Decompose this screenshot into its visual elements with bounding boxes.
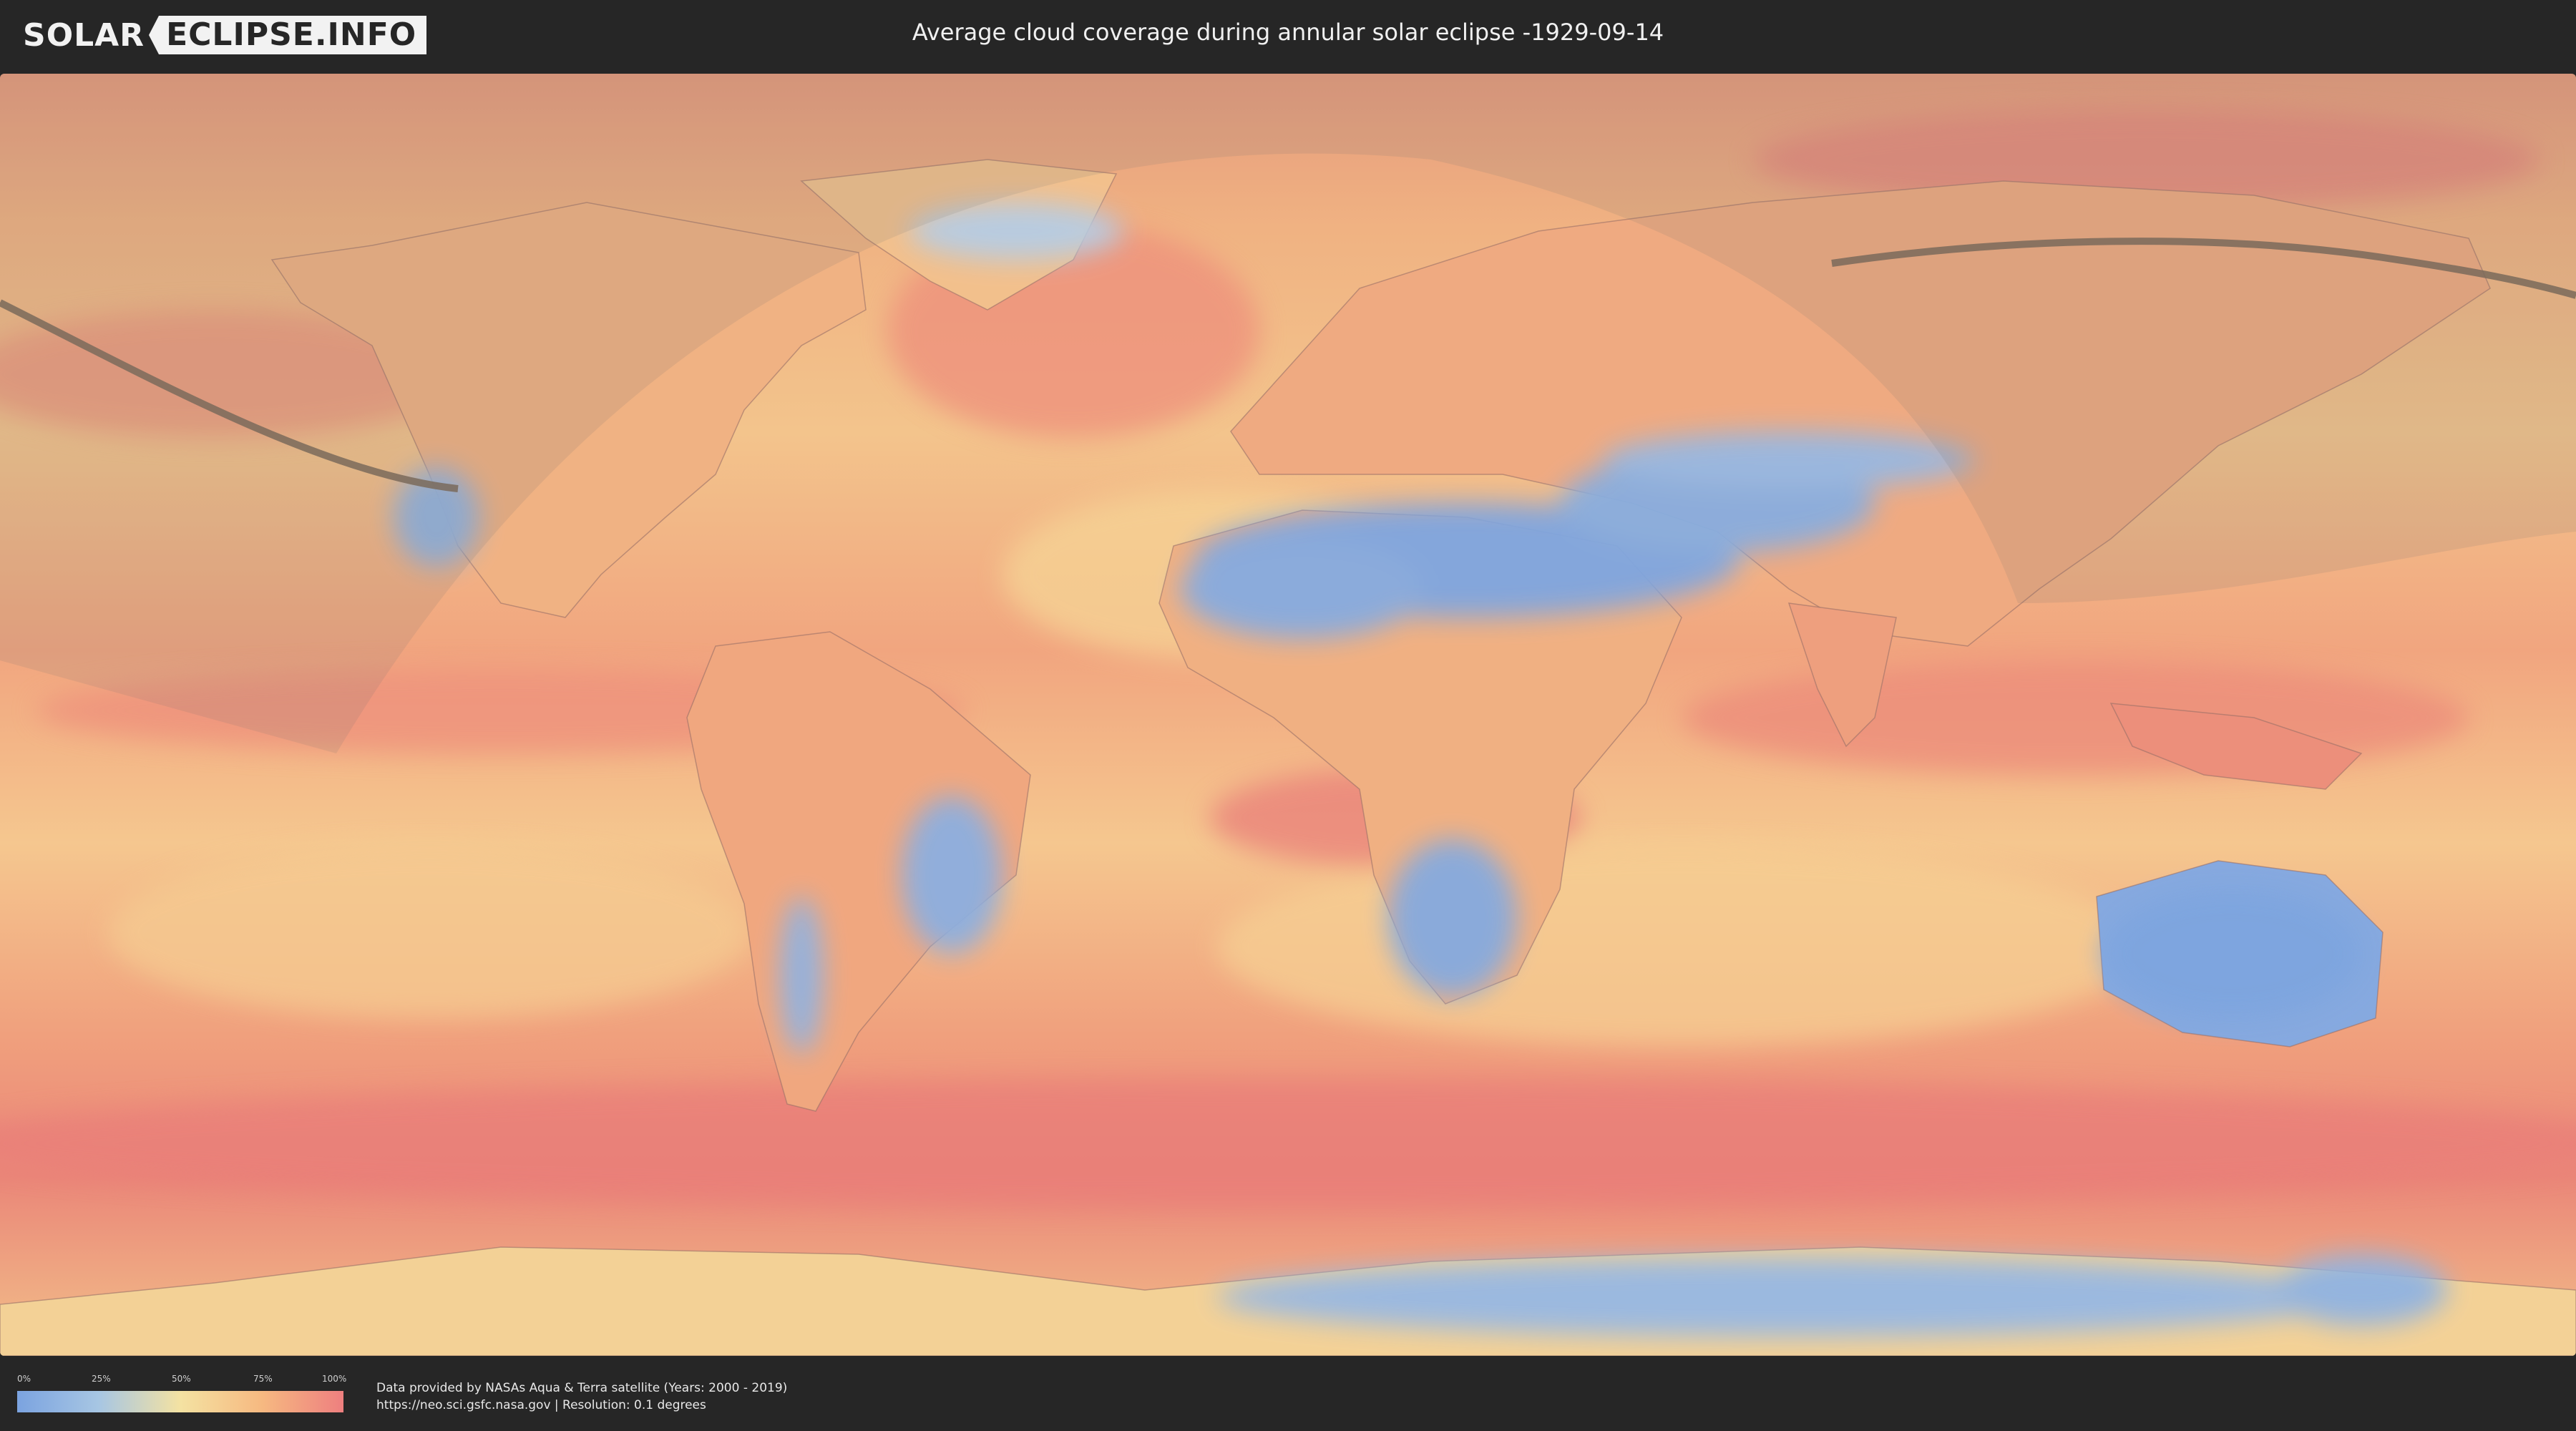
legend-color-scale	[17, 1391, 343, 1412]
legend-tick-75: 75%	[253, 1374, 273, 1384]
header-bar: SOLAR ECLIPSE.INFO Average cloud coverag…	[0, 0, 2576, 72]
legend-tick-50: 50%	[172, 1374, 191, 1384]
credits-source: Data provided by NASAs Aqua & Terra sate…	[376, 1381, 788, 1395]
legend-tick-25: 25%	[92, 1374, 111, 1384]
credits-link[interactable]: https://neo.sci.gsfc.nasa.gov | Resoluti…	[376, 1397, 787, 1414]
legend-tick-0: 0%	[17, 1374, 31, 1384]
page-title: Average cloud coverage during annular so…	[912, 19, 1664, 46]
cloud-coverage-map	[0, 74, 2576, 1356]
cloud-coverage-legend: 0% 25% 50% 75% 100%	[17, 1374, 347, 1417]
data-credits: Data provided by NASAs Aqua & Terra sate…	[376, 1379, 787, 1414]
legend-tick-100: 100%	[322, 1374, 347, 1384]
map-canvas	[0, 74, 2576, 1356]
